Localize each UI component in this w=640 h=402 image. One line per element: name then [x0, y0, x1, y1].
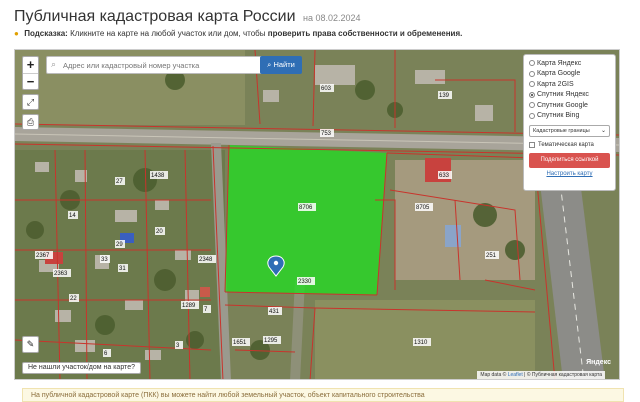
label-8706: 8706	[299, 205, 313, 211]
attribution-prefix: Map data ©	[480, 372, 507, 378]
label-31: 31	[119, 266, 126, 272]
layer-option-label: Спутник Bing	[537, 112, 580, 120]
page-date: на 08.02.2024	[303, 13, 361, 23]
hint-label: Подсказка:	[24, 29, 68, 38]
label-2330: 2330	[298, 279, 312, 285]
search-button-label: Найти	[273, 60, 295, 69]
layer-option[interactable]: Карта Google	[529, 69, 610, 80]
selected-parcel[interactable]	[225, 145, 387, 295]
label-22: 22	[70, 296, 77, 302]
label-753: 753	[321, 131, 332, 137]
label-20: 20	[156, 229, 163, 235]
zoom-in-button[interactable]: +	[23, 57, 38, 73]
label-1289: 1289	[182, 303, 196, 309]
checkbox-icon[interactable]	[529, 142, 535, 148]
search-button-icon: ⌕	[267, 60, 272, 69]
map-attribution: Map data © Leaflet | © Публичная кадастр…	[477, 371, 605, 379]
layer-option-label: Спутник Яндекс	[537, 91, 589, 99]
label-27: 27	[116, 179, 123, 185]
zoom-control: + −	[22, 56, 39, 90]
label-1310: 1310	[414, 340, 428, 346]
print-button[interactable]: ⎙	[22, 114, 39, 130]
layer-option[interactable]: Спутник Bing	[529, 111, 610, 122]
radio-icon[interactable]	[529, 60, 535, 67]
label-2363: 2363	[54, 271, 68, 277]
print-icon: ⎙	[26, 117, 35, 127]
radio-icon[interactable]	[529, 102, 535, 109]
zoom-out-button[interactable]: −	[23, 73, 38, 89]
radio-icon[interactable]	[529, 81, 535, 88]
chevron-down-icon: ⌄	[600, 128, 606, 134]
thematic-map-toggle[interactable]: Тематическая карта	[529, 142, 610, 148]
draw-button[interactable]: ✎	[22, 336, 39, 353]
lightbulb-icon: ●	[14, 29, 19, 38]
label-2348: 2348	[199, 257, 213, 263]
share-link-button[interactable]: Поделиться ссылкой	[529, 153, 610, 168]
label-1295: 1295	[264, 338, 278, 344]
boundaries-select[interactable]: Кадастровые границы ⌄	[529, 125, 610, 137]
label-139: 139	[439, 93, 450, 99]
boundaries-select-value: Кадастровые границы	[533, 128, 590, 134]
layer-option-label: Карта Яндекс	[537, 59, 582, 67]
label-1438: 1438	[151, 173, 165, 179]
layer-option-label: Спутник Google	[537, 101, 588, 109]
customize-map-link[interactable]: Настроить карту	[529, 171, 610, 177]
not-found-button[interactable]: Не нашли участок/дом на карте?	[22, 362, 141, 374]
label-251: 251	[486, 253, 497, 259]
yandex-logo: Яндекс	[586, 359, 611, 366]
info-note: На публичной кадастровой карте (ПКК) вы …	[22, 388, 624, 402]
leaflet-link[interactable]: Leaflet	[508, 372, 523, 378]
label-33: 33	[101, 257, 108, 263]
label-2367: 2367	[36, 253, 50, 259]
page: Публичная кадастровая карта России на 08…	[0, 0, 640, 402]
search-icon: ⌕	[51, 59, 57, 69]
search-box: ⌕	[46, 56, 272, 74]
header: Публичная кадастровая карта России на 08…	[14, 8, 361, 26]
radio-selected-icon[interactable]	[529, 91, 535, 98]
label-431: 431	[269, 309, 280, 315]
layer-option-label: Карта 2GIS	[537, 80, 574, 88]
layer-option[interactable]: Спутник Google	[529, 100, 610, 111]
attribution-text: | © Публичная кадастровая карта	[524, 372, 602, 378]
label-603: 603	[321, 86, 332, 92]
label-29: 29	[116, 242, 123, 248]
radio-icon[interactable]	[529, 70, 535, 77]
hint-text: Кликните на карте на любой участок или д…	[70, 29, 266, 38]
layer-option[interactable]: Карта Яндекс	[529, 58, 610, 69]
pencil-icon: ✎	[26, 339, 35, 349]
layers-panel: Карта Яндекс Карта Google Карта 2GIS Спу…	[523, 54, 616, 191]
hint-bar: ● Подсказка: Кликните на карте на любой …	[14, 29, 462, 38]
layer-option[interactable]: Карта 2GIS	[529, 79, 610, 90]
label-14: 14	[69, 213, 76, 219]
fullscreen-button[interactable]: ⤢	[22, 94, 39, 110]
label-8705: 8705	[416, 205, 430, 211]
layer-option-label: Карта Google	[537, 70, 581, 78]
label-1651: 1651	[233, 340, 247, 346]
label-633: 633	[439, 173, 450, 179]
page-title: Публичная кадастровая карта России	[14, 8, 296, 25]
layer-option[interactable]: Спутник Яндекс	[529, 90, 610, 101]
map-viewport[interactable]: 753 603 139 1438 27 8706 8705 633 14 20 …	[14, 49, 620, 380]
radio-icon[interactable]	[529, 112, 535, 119]
search-input[interactable]	[63, 58, 263, 72]
search-button[interactable]: ⌕ Найти	[260, 56, 302, 74]
thematic-map-label: Тематическая карта	[538, 142, 594, 148]
fullscreen-icon: ⤢	[26, 97, 35, 107]
hint-bold-text: проверить права собственности и обремене…	[267, 29, 463, 38]
